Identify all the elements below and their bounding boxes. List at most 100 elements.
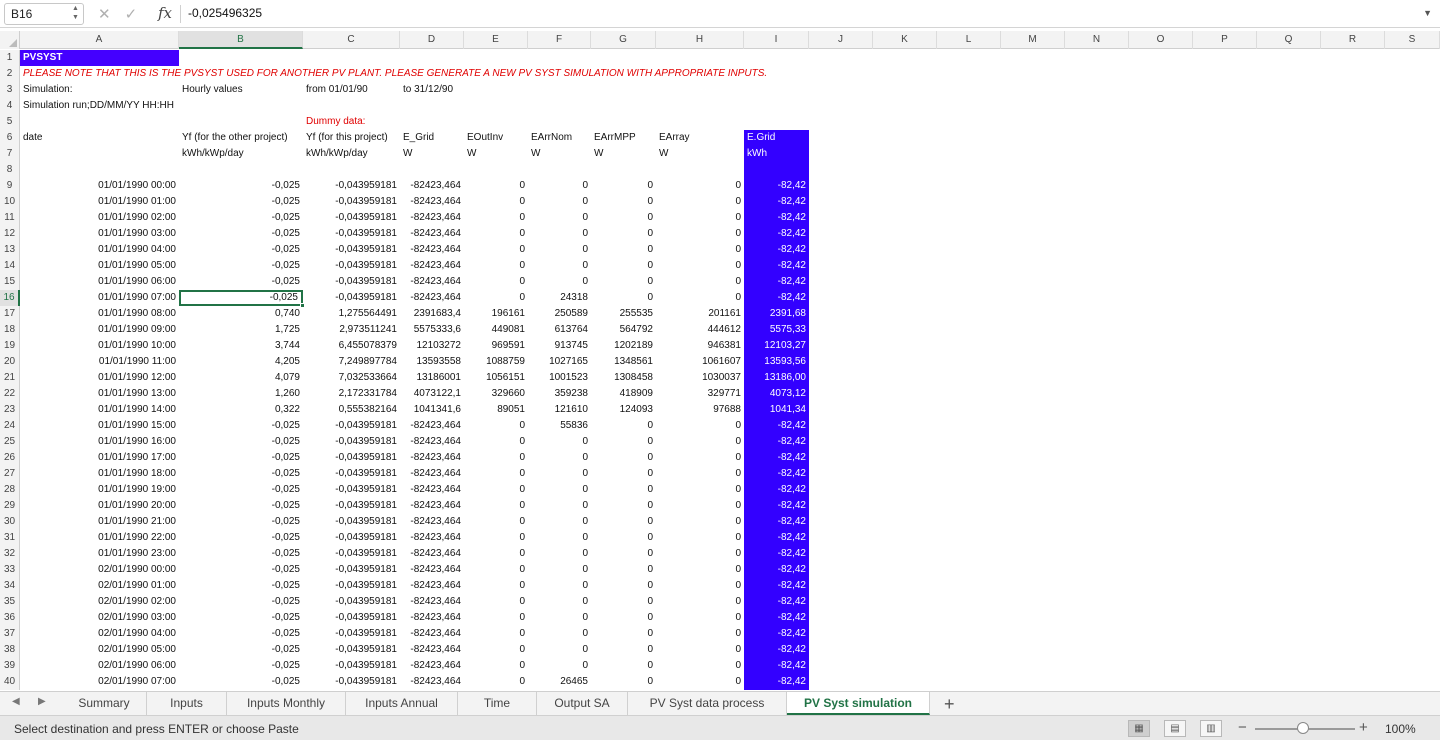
row-header[interactable]: 14 — [0, 258, 20, 274]
cell-c[interactable]: 0,555382164 — [303, 402, 400, 418]
cell-i[interactable]: E.Grid — [744, 130, 809, 146]
cell-d[interactable]: -82423,464 — [400, 562, 464, 578]
cell-h[interactable]: 201161 — [656, 306, 744, 322]
cell-i[interactable]: 12103,27 — [744, 338, 809, 354]
cell-c[interactable]: -0,043959181 — [303, 274, 400, 290]
cell-c[interactable]: Dummy data: — [303, 114, 400, 130]
cell-g[interactable]: W — [591, 146, 656, 162]
cell-c[interactable]: -0,043959181 — [303, 674, 400, 690]
cell-b[interactable]: -0,025 — [179, 578, 303, 594]
cell-c[interactable]: from 01/01/90 — [303, 82, 400, 98]
cell-c[interactable]: -0,043959181 — [303, 434, 400, 450]
cell-g[interactable]: 0 — [591, 274, 656, 290]
cell-c[interactable]: -0,043959181 — [303, 194, 400, 210]
cell-i[interactable]: -82,42 — [744, 578, 809, 594]
cell-i[interactable]: -82,42 — [744, 418, 809, 434]
cell-b[interactable]: 4,205 — [179, 354, 303, 370]
column-header-p[interactable]: P — [1193, 31, 1257, 49]
cell-h[interactable]: 0 — [656, 290, 744, 306]
cell-a[interactable]: 01/01/1990 13:00 — [20, 386, 179, 402]
cell-h[interactable]: 0 — [656, 562, 744, 578]
cell-g[interactable]: 564792 — [591, 322, 656, 338]
page-break-view-icon[interactable]: ▥ — [1200, 720, 1222, 737]
row-header[interactable]: 5 — [0, 114, 20, 130]
confirm-icon[interactable]: ✓ — [125, 6, 138, 23]
sheet-tab[interactable]: PV Syst simulation — [787, 692, 930, 715]
cell-e[interactable]: 0 — [464, 242, 528, 258]
cell-h[interactable]: 0 — [656, 226, 744, 242]
cell-e[interactable]: 0 — [464, 514, 528, 530]
sheet-tab[interactable]: Inputs Annual — [346, 692, 458, 715]
cell-g[interactable]: 0 — [591, 226, 656, 242]
cell-h[interactable]: 0 — [656, 466, 744, 482]
cell-h[interactable]: 0 — [656, 546, 744, 562]
cell-f[interactable]: 0 — [528, 274, 591, 290]
cell-e[interactable]: 196161 — [464, 306, 528, 322]
cell-a[interactable]: 01/01/1990 03:00 — [20, 226, 179, 242]
cell-c[interactable]: -0,043959181 — [303, 482, 400, 498]
cell-d[interactable]: -82423,464 — [400, 274, 464, 290]
row-header[interactable]: 33 — [0, 562, 20, 578]
cell-c[interactable]: 2,172331784 — [303, 386, 400, 402]
cell-a[interactable]: 02/01/1990 04:00 — [20, 626, 179, 642]
cell-i[interactable]: -82,42 — [744, 594, 809, 610]
cell-a[interactable]: PVSYST — [20, 50, 179, 66]
cell-b[interactable]: 3,744 — [179, 338, 303, 354]
cell-h[interactable]: 0 — [656, 530, 744, 546]
cell-i[interactable]: -82,42 — [744, 226, 809, 242]
cell-i[interactable]: -82,42 — [744, 642, 809, 658]
cell-a[interactable]: 02/01/1990 03:00 — [20, 610, 179, 626]
cell-i[interactable]: -82,42 — [744, 258, 809, 274]
cell-h[interactable]: 0 — [656, 642, 744, 658]
cell-c[interactable]: -0,043959181 — [303, 466, 400, 482]
cell-a[interactable]: 02/01/1990 05:00 — [20, 642, 179, 658]
cell-c[interactable]: Yf (for this project) — [303, 130, 400, 146]
cell-i[interactable]: 1041,34 — [744, 402, 809, 418]
cell-a[interactable]: 01/01/1990 21:00 — [20, 514, 179, 530]
cell-e[interactable]: 1088759 — [464, 354, 528, 370]
add-sheet-button[interactable]: + — [944, 694, 955, 715]
cell-h[interactable]: 329771 — [656, 386, 744, 402]
cell-f[interactable]: 0 — [528, 482, 591, 498]
cell-e[interactable]: 0 — [464, 466, 528, 482]
cell-d[interactable]: -82423,464 — [400, 482, 464, 498]
cell-g[interactable]: 0 — [591, 498, 656, 514]
cell-d[interactable]: 4073122,1 — [400, 386, 464, 402]
cell-b[interactable]: -0,025 — [179, 498, 303, 514]
cell-a[interactable]: 01/01/1990 01:00 — [20, 194, 179, 210]
cell-e[interactable]: 0 — [464, 658, 528, 674]
cell-d[interactable]: -82423,464 — [400, 658, 464, 674]
cell-i[interactable]: -82,42 — [744, 450, 809, 466]
row-header[interactable]: 35 — [0, 594, 20, 610]
column-header-m[interactable]: M — [1001, 31, 1065, 49]
cell-e[interactable]: 0 — [464, 674, 528, 690]
cell-c[interactable]: 7,032533664 — [303, 370, 400, 386]
row-header[interactable]: 37 — [0, 626, 20, 642]
cell-i[interactable]: -82,42 — [744, 498, 809, 514]
row-header[interactable]: 16 — [0, 290, 20, 306]
cell-i[interactable]: -82,42 — [744, 178, 809, 194]
cell-h[interactable]: 0 — [656, 578, 744, 594]
cell-a[interactable]: Simulation: — [20, 82, 179, 98]
cell-e[interactable]: 0 — [464, 626, 528, 642]
row-header[interactable]: 15 — [0, 274, 20, 290]
cell-i[interactable]: -82,42 — [744, 530, 809, 546]
cell-i[interactable]: -82,42 — [744, 274, 809, 290]
cell-c[interactable]: 6,455078379 — [303, 338, 400, 354]
cell-g[interactable]: 0 — [591, 434, 656, 450]
cell-b[interactable]: 0,322 — [179, 402, 303, 418]
row-header[interactable]: 19 — [0, 338, 20, 354]
cell-c[interactable]: -0,043959181 — [303, 498, 400, 514]
cell-d[interactable]: 13593558 — [400, 354, 464, 370]
cell-b[interactable]: kWh/kWp/day — [179, 146, 303, 162]
cell-h[interactable]: 0 — [656, 594, 744, 610]
cell-i[interactable]: 13186,00 — [744, 370, 809, 386]
cell-a[interactable]: 01/01/1990 06:00 — [20, 274, 179, 290]
cell-b[interactable]: 4,079 — [179, 370, 303, 386]
cell-g[interactable]: 0 — [591, 658, 656, 674]
row-header[interactable]: 7 — [0, 146, 20, 162]
cell-g[interactable]: 0 — [591, 450, 656, 466]
cell-i[interactable]: -82,42 — [744, 610, 809, 626]
cell-d[interactable]: 1041341,6 — [400, 402, 464, 418]
cell-i[interactable]: -82,42 — [744, 562, 809, 578]
